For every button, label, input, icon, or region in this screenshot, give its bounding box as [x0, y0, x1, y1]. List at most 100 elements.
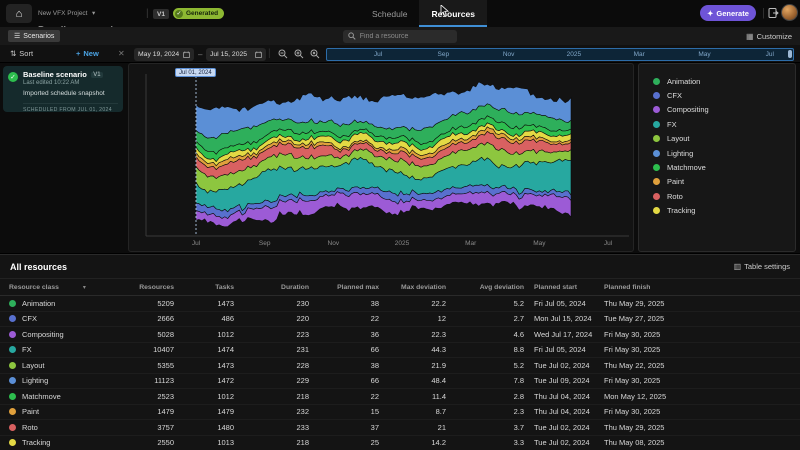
zoom-out-icon[interactable] [278, 49, 288, 59]
sort-chevron-icon: ▾ [83, 285, 86, 291]
date-to-field[interactable]: Jul 15, 2025 [206, 48, 266, 61]
resource-class-dot [9, 300, 16, 307]
column-header[interactable]: Max deviation [379, 284, 446, 291]
table-row[interactable]: CFX 2666 486 220 22 12 2.7 Mon Jul 15, 2… [0, 312, 800, 328]
check-circle-icon: ✓ [8, 72, 18, 82]
timeline-month-label: Sep [438, 51, 450, 58]
scenario-card[interactable]: ✓ Baseline scenarioV1 Last edited 10:22 … [3, 66, 123, 112]
table-title: All resources [10, 262, 67, 272]
legend-item[interactable]: Roto [653, 189, 795, 203]
grid-icon: ▦ [746, 32, 754, 41]
close-icon[interactable]: ✕ [118, 49, 125, 58]
search-input[interactable] [360, 33, 452, 40]
legend-item[interactable]: Paint [653, 175, 795, 189]
planned-finish-value: Tue May 27, 2025 [604, 314, 714, 323]
legend-color-dot [653, 92, 660, 99]
column-header[interactable]: Planned max [309, 284, 379, 291]
resource-class-label: Paint [22, 407, 39, 416]
legend-color-dot [653, 121, 660, 128]
legend-label: Tracking [667, 206, 695, 215]
planned-start-value: Fri Jul 05, 2024 [530, 345, 604, 354]
planned-max-value: 25 [309, 438, 379, 447]
check-icon: ✓ [175, 10, 183, 18]
new-button-label: New [83, 49, 98, 58]
table-row[interactable]: Lighting 11123 1472 229 66 48.4 7.8 Tue … [0, 374, 800, 390]
table-row[interactable]: FX 10407 1474 231 66 44.3 8.8 Fri Jul 05… [0, 343, 800, 359]
planned-finish-value: Thu May 08, 2025 [604, 438, 714, 447]
table-row[interactable]: Matchmove 2523 1012 218 22 11.4 2.8 Thu … [0, 389, 800, 405]
generate-button-label: Generate [716, 9, 749, 18]
planned-start-value: Thu Jul 04, 2024 [530, 407, 604, 416]
new-button[interactable]: +New [76, 49, 99, 58]
table-row[interactable]: Animation 5209 1473 230 38 22.2 5.2 Fri … [0, 296, 800, 312]
max-deviation-value: 22.3 [379, 330, 446, 339]
column-header[interactable]: Tasks [174, 284, 234, 291]
duration-value: 228 [234, 361, 309, 370]
avatar[interactable] [781, 4, 798, 21]
legend-label: Animation [667, 77, 700, 86]
legend-item[interactable]: CFX [653, 88, 795, 102]
avg-deviation-value: 3.7 [446, 423, 524, 432]
date-from-field[interactable]: May 19, 2024 [134, 48, 194, 61]
tab-resources[interactable]: Resources [419, 0, 486, 27]
zoom-in-icon[interactable] [294, 49, 304, 59]
legend-item[interactable]: Tracking [653, 204, 795, 218]
table-row[interactable]: Layout 5355 1473 228 38 21.9 5.2 Tue Jul… [0, 358, 800, 374]
timeline-month-label: May [698, 51, 710, 58]
customize-button-label: Customize [757, 32, 792, 41]
legend-item[interactable]: Animation [653, 74, 795, 88]
legend-item[interactable]: Layout [653, 132, 795, 146]
column-header[interactable]: Duration [234, 284, 309, 291]
timeline-range-selector[interactable]: JulSepNov2025MarMayJul [326, 48, 794, 61]
duration-value: 233 [234, 423, 309, 432]
zoom-fit-icon[interactable] [310, 49, 320, 59]
version-badge: V1 [153, 9, 169, 19]
planned-start-value: Tue Jul 02, 2024 [530, 423, 604, 432]
timeline-drag-handle[interactable] [788, 50, 792, 58]
generate-button[interactable]: ✦Generate [700, 5, 756, 21]
legend-color-dot [653, 164, 660, 171]
home-icon: ⌂ [16, 8, 23, 20]
avg-deviation-value: 8.8 [446, 345, 524, 354]
legend-item[interactable]: Matchmove [653, 160, 795, 174]
column-header[interactable]: Resource class▾ [9, 284, 113, 291]
tab-schedule[interactable]: Schedule [360, 0, 419, 27]
resources-value: 5355 [113, 361, 174, 370]
home-button[interactable]: ⌂ [6, 4, 32, 23]
table-row[interactable]: Tracking 2550 1013 218 25 14.2 3.3 Tue J… [0, 436, 800, 450]
max-deviation-value: 22.2 [379, 299, 446, 308]
resource-class-label: Lighting [22, 376, 48, 385]
sort-button[interactable]: ⇅Sort [10, 49, 33, 58]
divider: | [762, 7, 765, 19]
table-row[interactable]: Paint 1479 1479 232 15 8.7 2.3 Thu Jul 0… [0, 405, 800, 421]
search-box[interactable] [343, 30, 457, 43]
resource-class-dot [9, 362, 16, 369]
sparkle-icon: ✦ [707, 9, 713, 18]
table-row[interactable]: Roto 3757 1480 233 37 21 3.7 Tue Jul 02,… [0, 420, 800, 436]
legend-item[interactable]: Lighting [653, 146, 795, 160]
svg-text:Jul: Jul [604, 240, 613, 247]
column-header[interactable]: Resources [113, 284, 174, 291]
scenarios-button[interactable]: ☰Scenarios [8, 30, 60, 42]
legend-item[interactable]: Compositing [653, 103, 795, 117]
avg-deviation-value: 2.7 [446, 314, 524, 323]
export-icon[interactable] [767, 7, 779, 19]
planned-finish-value: Fri May 30, 2025 [604, 376, 714, 385]
duration-value: 230 [234, 299, 309, 308]
mouse-cursor-icon [440, 5, 450, 17]
tasks-value: 1474 [174, 345, 234, 354]
timeline-month-label: 2025 [567, 51, 581, 58]
column-header[interactable]: Planned finish [604, 284, 714, 291]
table-row[interactable]: Compositing 5028 1012 223 36 22.3 4.6 We… [0, 327, 800, 343]
generated-badge-label: Generated [186, 10, 218, 17]
planned-max-value: 15 [309, 407, 379, 416]
table-settings-button[interactable]: ▥Table settings [734, 262, 790, 271]
resources-value: 3757 [113, 423, 174, 432]
customize-button[interactable]: ▦Customize [746, 30, 792, 42]
project-name[interactable]: New VFX Project [38, 10, 88, 17]
tasks-value: 1013 [174, 438, 234, 447]
column-header[interactable]: Avg deviation [446, 284, 524, 291]
legend-item[interactable]: FX [653, 117, 795, 131]
column-header[interactable]: Planned start [530, 284, 604, 291]
streamgraph-chart[interactable]: JulSepNov2025MarMayJul [129, 64, 633, 251]
